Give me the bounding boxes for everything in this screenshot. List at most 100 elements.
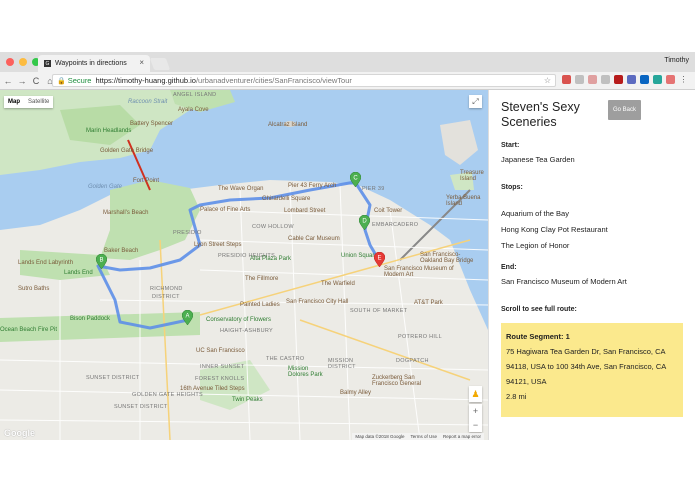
map-label: FOREST KNOLLS	[195, 376, 245, 382]
terms-of-use-link[interactable]: Terms of Use	[410, 434, 437, 439]
map-label: DISTRICT	[152, 294, 180, 300]
map-label: Sutro Baths	[18, 286, 50, 292]
forward-icon[interactable]: →	[16, 76, 28, 86]
reload-icon[interactable]: C	[30, 76, 42, 86]
waypoint-marker-e[interactable]: E	[374, 252, 385, 267]
map-label: ANGEL ISLAND	[173, 92, 217, 98]
map-label: Baker Beach	[104, 248, 139, 254]
map-label: San Francisco Museum of Modern Art	[384, 266, 454, 278]
map-label: Mission Dolores Park	[288, 366, 323, 378]
back-icon[interactable]: ←	[2, 76, 14, 86]
map-label: Yerba Buena Island	[446, 195, 481, 207]
report-error-link[interactable]: Report a map error	[443, 434, 481, 439]
map-label: SOUTH OF MARKET	[350, 308, 408, 314]
marker-letter: A	[185, 314, 189, 320]
map-label: DOGPATCH	[396, 358, 429, 364]
map-view[interactable]: ANGEL ISLAND Raccoon Strait Ayala Cove B…	[0, 90, 488, 440]
profile-name[interactable]: Timothy	[664, 57, 689, 64]
browser-window: G Waypoints in directions × Timothy ← → …	[0, 52, 695, 440]
tour-title: Steven's Sexy Sceneries	[501, 100, 580, 129]
go-back-button[interactable]: Go Back	[608, 100, 641, 120]
route-segment-card: Route Segment: 1 75 Hagiwara Tea Garden …	[501, 323, 683, 417]
map-label: SUNSET DISTRICT	[114, 404, 168, 410]
map-label: San Francisco City Hall	[286, 299, 349, 305]
address-bar[interactable]: 🔒 Secure https://timothy-huang.github.io…	[52, 74, 556, 87]
map-label: HAIGHT-ASHBURY	[220, 328, 273, 334]
map-label: COW HOLLOW	[252, 224, 294, 230]
map-label: Alta Plaza Park	[250, 256, 292, 262]
list-item: Aquarium of the Bay	[501, 209, 569, 218]
list-item: The Legion of Honor	[501, 241, 570, 250]
browser-tab[interactable]: G Waypoints in directions ×	[38, 55, 150, 72]
map-label: San Francisco-Oakland Bay Bridge	[420, 252, 474, 264]
bookmark-star-icon[interactable]: ☆	[544, 76, 551, 85]
map-label: Marin Headlands	[86, 128, 132, 134]
map-label: Raccoon Strait	[128, 99, 168, 105]
map-label: Ghirardelli Square	[262, 196, 311, 202]
extension-icon[interactable]	[614, 75, 623, 84]
minimize-window-button[interactable]	[19, 58, 27, 66]
pegman-icon[interactable]: ♟	[469, 386, 482, 402]
extension-icon[interactable]	[601, 75, 610, 84]
waypoint-marker-d[interactable]: D	[359, 215, 370, 230]
map-label: Lombard Street	[284, 208, 326, 214]
map-label: Ayala Cove	[178, 107, 209, 113]
tab-title: Waypoints in directions	[55, 60, 127, 67]
map-label: Battery Spencer	[130, 121, 174, 127]
extension-icon[interactable]	[666, 75, 675, 84]
map-label: The Warfield	[321, 281, 355, 287]
waypoint-marker-a[interactable]: A	[182, 310, 193, 325]
map-type-map-button[interactable]: Map	[4, 96, 24, 108]
map-label: SUNSET DISTRICT	[86, 375, 140, 381]
marker-letter: D	[362, 219, 367, 225]
segment-addresses: 75 Hagiwara Tea Garden Dr, San Francisco…	[506, 347, 666, 386]
marker-letter: B	[99, 258, 103, 264]
fullscreen-icon[interactable]: ⤢	[469, 95, 482, 108]
map-label: Golden Gate	[88, 184, 123, 190]
url-host: https://timothy-huang.github.io	[95, 76, 196, 85]
map-attribution: Map data ©2018 Google Terms of Use Repor…	[352, 433, 484, 440]
map-type-control: Map Satellite	[4, 96, 54, 108]
map-label: Marshall's Beach	[103, 210, 149, 216]
map-label: Golden Gate Bridge	[100, 148, 154, 154]
map-label: RICHMOND	[150, 286, 183, 292]
map-label: Treasure Island	[460, 170, 484, 182]
extension-icon[interactable]	[588, 75, 597, 84]
stops-heading: Stops:	[501, 184, 523, 191]
secure-label: Secure	[67, 76, 92, 85]
map-type-satellite-button[interactable]: Satellite	[24, 96, 53, 108]
map-label: Twin Peaks	[232, 397, 263, 403]
new-tab-button[interactable]	[149, 58, 171, 70]
marker-letter: C	[353, 176, 358, 182]
window-controls	[6, 58, 40, 66]
map-label: AT&T Park	[414, 300, 443, 306]
map-label: EMBARCADERO	[372, 222, 419, 228]
tab-close-icon[interactable]: ×	[139, 58, 144, 67]
map-label: INNER SUNSET	[200, 364, 245, 370]
linkedin-icon[interactable]	[640, 75, 649, 84]
waypoint-marker-b[interactable]: B	[96, 254, 107, 269]
close-window-button[interactable]	[6, 58, 14, 66]
extension-icon[interactable]	[653, 75, 662, 84]
map-label: PIER 39	[362, 186, 385, 192]
map-label: Union Square	[341, 253, 378, 259]
waypoint-marker-c[interactable]: C	[350, 172, 361, 187]
segment-distance: 2.8 mi	[506, 392, 527, 401]
end-value: San Francisco Museum of Modern Art	[501, 277, 627, 286]
tour-panel: Steven's Sexy Sceneries Go Back Start: J…	[488, 90, 695, 440]
menu-icon[interactable]: ⋮	[679, 75, 688, 84]
end-heading: End:	[501, 264, 517, 271]
start-value: Japanese Tea Garden	[501, 155, 575, 164]
extension-icon[interactable]	[562, 75, 571, 84]
scroll-hint: Scroll to see full route:	[501, 306, 577, 313]
extension-icon[interactable]	[575, 75, 584, 84]
zoom-out-button[interactable]: −	[469, 418, 482, 432]
map-label: The Fillmore	[245, 276, 279, 282]
map-label: Palace of Fine Arts	[200, 207, 251, 213]
title-bar: G Waypoints in directions × Timothy	[0, 52, 695, 72]
zoom-control: + −	[469, 404, 482, 432]
extension-icon[interactable]	[627, 75, 636, 84]
zoom-in-button[interactable]: +	[469, 404, 482, 418]
map-label: Zuckerberg San Francisco General	[372, 375, 422, 387]
map-label: The Wave Organ	[218, 186, 264, 192]
